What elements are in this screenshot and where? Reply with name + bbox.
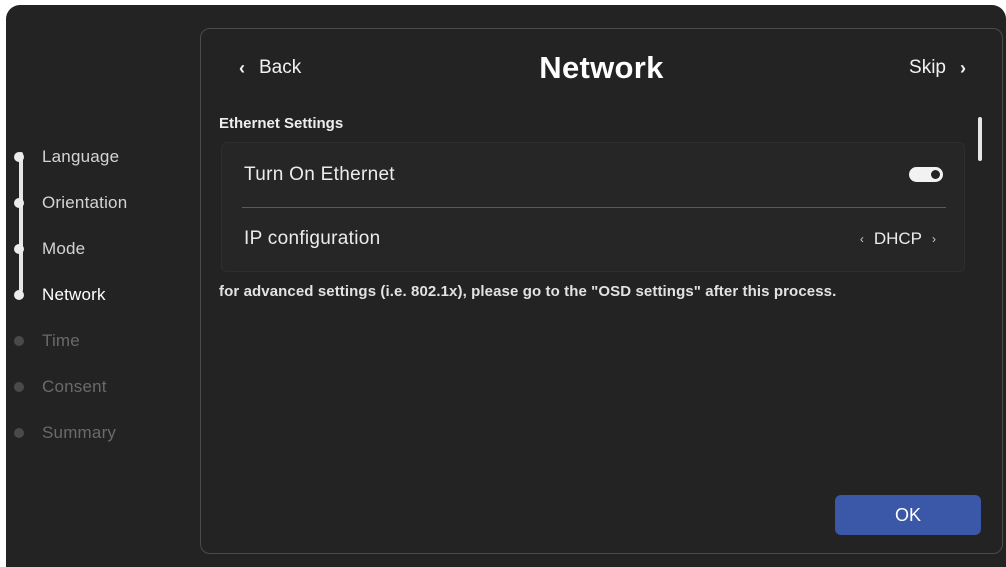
steps-progress-line — [19, 152, 23, 292]
step-label: Mode — [42, 239, 86, 258]
ethernet-settings-list: Turn On Ethernet IP configuration ‹ DHCP… — [221, 142, 965, 272]
setup-steps: Language Orientation Mode Network Time C… — [6, 5, 196, 567]
ethernet-toggle[interactable] — [909, 167, 943, 182]
network-panel: ‹ Back Network Skip › Ethernet Settings … — [200, 28, 1003, 554]
step-label: Consent — [42, 377, 107, 396]
ip-configuration-selector[interactable]: ‹ DHCP › — [860, 229, 936, 249]
ok-button[interactable]: OK — [835, 495, 981, 535]
ip-configuration-value: DHCP — [873, 229, 922, 248]
step-network: Network — [14, 283, 106, 307]
step-dot — [14, 382, 24, 392]
chevron-right-icon[interactable]: › — [932, 232, 936, 246]
turn-on-ethernet-label: Turn On Ethernet — [244, 164, 395, 185]
chevron-left-icon[interactable]: ‹ — [860, 232, 864, 246]
toggle-knob — [931, 170, 940, 179]
step-dot — [14, 152, 24, 162]
step-label: Time — [42, 331, 80, 350]
advanced-settings-note: for advanced settings (i.e. 802.1x), ple… — [219, 283, 837, 300]
turn-on-ethernet-row[interactable]: Turn On Ethernet — [222, 143, 964, 207]
skip-label: Skip — [909, 57, 946, 78]
scrollbar[interactable] — [978, 117, 982, 161]
section-label: Ethernet Settings — [219, 115, 344, 132]
chevron-right-icon: › — [960, 57, 966, 78]
step-dot — [14, 290, 24, 300]
step-orientation: Orientation — [14, 191, 127, 215]
step-label: Language — [42, 147, 120, 166]
skip-button[interactable]: Skip › — [909, 57, 966, 79]
page-title: Network — [539, 50, 664, 85]
step-mode: Mode — [14, 237, 85, 261]
step-language: Language — [14, 145, 119, 169]
step-dot — [14, 244, 24, 254]
step-dot — [14, 336, 24, 346]
step-time: Time — [14, 329, 80, 353]
ip-configuration-row[interactable]: IP configuration ‹ DHCP › — [222, 207, 964, 271]
step-summary: Summary — [14, 421, 116, 445]
setup-screen: Language Orientation Mode Network Time C… — [6, 5, 1006, 567]
step-label: Summary — [42, 423, 117, 442]
step-consent: Consent — [14, 375, 107, 399]
step-label: Network — [42, 285, 106, 304]
step-dot — [14, 428, 24, 438]
ip-configuration-label: IP configuration — [244, 228, 381, 249]
step-label: Orientation — [42, 193, 128, 212]
step-dot — [14, 198, 24, 208]
